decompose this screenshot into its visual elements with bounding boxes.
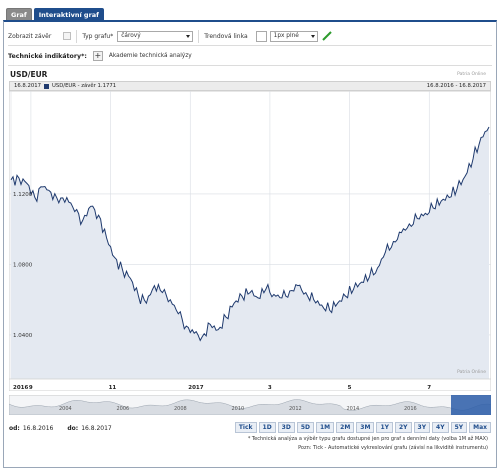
navigator-year-label: 2012 <box>289 406 302 412</box>
legend-swatch <box>43 83 49 89</box>
to-label: do: <box>67 424 79 432</box>
x-tick-label: 5 <box>348 385 352 391</box>
navigator-year-label: 2008 <box>174 406 187 412</box>
range-button-5y[interactable]: 5Y <box>450 422 468 433</box>
navigator-year-label: 2016 <box>404 406 417 412</box>
trend-style-select[interactable]: 1px plné <box>269 30 318 42</box>
chart-type-select[interactable]: čárový <box>117 30 194 42</box>
x-tick-label: 11 <box>109 385 117 391</box>
x-tick-label: 2016 <box>13 385 28 391</box>
divider <box>8 45 492 46</box>
chart-title: USD/EUR <box>10 70 48 79</box>
y-tick-label: 1.0400 <box>13 333 33 339</box>
trend-line-label: Trendová linka <box>204 32 248 40</box>
navigator-year-label: 2014 <box>347 406 360 412</box>
legend-series: USD/EUR - závěr 1.1771 <box>51 83 117 89</box>
tech-indicators-row: Technické indikátory*: + Akademie techni… <box>8 50 192 62</box>
range-button-tick[interactable]: Tick <box>234 422 257 433</box>
range-button-4y[interactable]: 4Y <box>432 422 449 433</box>
trend-style-value: 1px plné <box>273 32 299 39</box>
navigator-year-label: 2006 <box>117 406 130 412</box>
range-button-1m[interactable]: 1M <box>315 422 335 433</box>
x-tick-label: 3 <box>268 385 272 391</box>
chart-info-bar: 16.8.2017 USD/EUR - závěr 1.1771 16.8.20… <box>9 81 491 91</box>
history-navigator[interactable]: 2004 2006 2008 2010 2012 2014 2016 <box>9 395 491 415</box>
from-label: od: <box>9 424 20 432</box>
toolbar-divider <box>76 29 78 43</box>
date-range-row: od: 16.8.2016 do: 16.8.2017 Tick 1D 3D 5D 1M… <box>9 422 491 434</box>
to-date-input[interactable]: 16.8.2017 <box>81 425 112 432</box>
navigator-year-label: 2004 <box>59 406 72 412</box>
chevron-down-icon <box>186 34 191 38</box>
divider <box>8 65 492 66</box>
y-tick-label: 1.1200 <box>13 192 33 198</box>
add-indicator-button[interactable]: + <box>92 51 103 61</box>
range-button-3y[interactable]: 3Y <box>413 422 431 433</box>
range-button-1y[interactable]: 1Y <box>376 422 393 433</box>
footnote-tech: * Technická analýza a výběr typu grafu d… <box>247 436 488 442</box>
navigator-selection <box>451 395 491 415</box>
range-button-2m[interactable]: 2M <box>336 422 355 433</box>
chart-type-value: čárový <box>121 32 141 39</box>
x-tick-label: 9 <box>29 385 33 391</box>
range-button-2y[interactable]: 2Y <box>394 422 412 433</box>
x-tick-label: 7 <box>427 385 431 391</box>
toolbar-divider <box>198 29 200 43</box>
y-tick-label: 1.0800 <box>13 262 33 268</box>
trend-color-picker[interactable] <box>255 30 267 42</box>
chart-type-label: Typ grafu* <box>82 32 114 40</box>
from-date-input[interactable]: 16.8.2016 <box>23 425 54 432</box>
range-button-max[interactable]: Max <box>469 422 491 433</box>
range-button-1d[interactable]: 1D <box>258 422 276 433</box>
x-tick-label: 2017 <box>188 385 203 391</box>
footnote-tick: Pozn: Tick - Automatické vykreslování gr… <box>298 445 488 451</box>
price-chart[interactable]: 1.1200 1.0800 1.0400 2016 9 11 2017 3 5 7 <box>9 91 491 391</box>
info-range: 16.8.2016 - 16.8.2017 <box>426 83 486 89</box>
show-close-label: Zobrazit závěr <box>8 32 52 40</box>
chevron-down-icon <box>310 34 315 38</box>
range-button-3d[interactable]: 3D <box>277 422 295 433</box>
navigator-year-label: 2010 <box>232 406 245 412</box>
pencil-icon[interactable] <box>321 30 333 42</box>
range-button-3m[interactable]: 3M <box>356 422 375 433</box>
show-close-checkbox[interactable] <box>63 32 72 40</box>
range-buttons: Tick 1D 3D 5D 1M 2M 3M 1Y 2Y 3Y 4Y 5Y Max <box>234 422 491 433</box>
brand-watermark: Patria Online <box>457 72 486 77</box>
brand-watermark-bottom: Patria Online <box>457 370 486 375</box>
range-button-5d[interactable]: 5D <box>296 422 314 433</box>
tech-indicators-label: Technické indikátory*: <box>8 52 87 60</box>
toolbar: Zobrazit závěr Typ grafu* čárový Trendov… <box>8 29 492 43</box>
tech-academy-link[interactable]: Akademie technická analýzy <box>109 53 192 59</box>
info-date: 16.8.2017 <box>14 83 41 89</box>
